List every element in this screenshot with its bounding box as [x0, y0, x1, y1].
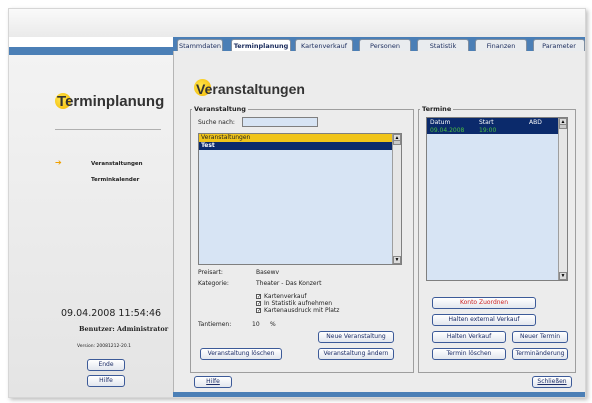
preisart-label: Preisart: [198, 269, 223, 276]
preisart-value: Basewv [256, 269, 280, 276]
kategorie-value: Theater - Das Konzert [256, 280, 322, 287]
tantiemen-label: Tantiemen: [198, 321, 232, 328]
sidebar: Terminplanung ➔ Veranstaltungen Terminka… [9, 55, 173, 397]
scroll-thumb[interactable] [393, 140, 401, 145]
termine-row-start: 19:00 [479, 127, 497, 134]
halten-verkauf-button[interactable]: Halten Verkauf [432, 331, 506, 343]
event-list-item[interactable]: Test [199, 142, 394, 150]
event-list-header: Veranstaltungen [199, 134, 394, 142]
main-panel: Veranstaltungen Veranstaltung Suche nach… [173, 51, 585, 397]
help-button[interactable]: Hilfe [194, 376, 232, 388]
terminaenderung-button[interactable]: Terminänderung [512, 348, 568, 360]
termine-scroll-down-icon[interactable]: ▼ [559, 272, 567, 280]
termine-row-datum: 09.04.2008 [430, 127, 465, 134]
sidebar-item-veranstaltungen[interactable]: Veranstaltungen [91, 161, 143, 167]
page-title: Veranstaltungen [196, 81, 305, 97]
new-event-button[interactable]: Neue Veranstaltung [318, 331, 394, 343]
kategorie-label: Kategorie: [198, 280, 229, 287]
tantiemen-unit: % [270, 321, 276, 328]
search-label: Suche nach: [198, 119, 235, 126]
event-list-scrollbar[interactable]: ▲ ▼ [392, 134, 401, 264]
bottom-accent-strip [173, 392, 585, 397]
konto-zuordnen-button[interactable]: Konto Zuordnen [432, 297, 536, 309]
datetime-display: 09.04.2008 11:54:46 [61, 308, 162, 319]
nav-arrow-icon: ➔ [55, 158, 62, 167]
sidebar-title-rest: erminplanung [65, 93, 165, 110]
termine-col-datum: Datum [430, 119, 451, 126]
halten-external-button[interactable]: Halten external Verkauf [432, 314, 536, 326]
termine-scrollbar[interactable]: ▲ ▼ [558, 118, 567, 280]
sidebar-help-button[interactable]: Hilfe [87, 375, 125, 387]
close-button[interactable]: Schließen [532, 376, 572, 388]
kartenausdruck-label: Kartenausdruck mit Platz [264, 307, 340, 314]
edit-event-button[interactable]: Veranstaltung ändern [318, 348, 394, 360]
app-window: Stammdaten Terminplanung Kartenverkauf P… [8, 8, 586, 398]
tantiemen-value: 10 [252, 321, 260, 328]
termine-col-start: Start [479, 119, 494, 126]
sidebar-divider [55, 129, 161, 130]
sidebar-accent-strip [9, 47, 173, 55]
sidebar-title-initial: T [57, 93, 66, 110]
scroll-down-icon[interactable]: ▼ [393, 256, 401, 264]
statistik-label: In Statistik aufnehmen [264, 300, 333, 307]
termine-scroll-thumb[interactable] [559, 124, 567, 129]
sidebar-title: Terminplanung [57, 93, 164, 110]
page-title-rest: eranstaltungen [204, 81, 305, 97]
current-user: Benutzer: Administrator [79, 325, 169, 333]
page-title-initial: V [196, 81, 205, 97]
termine-listbox[interactable]: Datum Start ABD 09.04.2008 19:00 ▲ ▼ [426, 117, 568, 281]
end-button[interactable]: Ende [87, 359, 125, 371]
neuer-termin-button[interactable]: Neuer Termin [512, 331, 568, 343]
termine-col-abd: ABD [529, 119, 542, 126]
event-group-legend: Veranstaltung [192, 105, 248, 113]
delete-event-button[interactable]: Veranstaltung löschen [200, 348, 282, 360]
search-input[interactable] [242, 117, 318, 127]
termin-loeschen-button[interactable]: Termin löschen [432, 348, 506, 360]
kartenausdruck-checkbox[interactable]: ✓ [256, 308, 261, 314]
termine-group-legend: Termine [420, 105, 454, 113]
version-label: Version: 20081212-20.1 [77, 344, 132, 349]
sidebar-item-terminkalender[interactable]: Terminkalender [91, 177, 139, 183]
title-bar [9, 9, 585, 37]
kartenverkauf-checkbox[interactable]: ✓ [256, 294, 261, 300]
event-listbox[interactable]: Veranstaltungen Test ▲ ▼ [198, 133, 402, 265]
statistik-checkbox[interactable]: ✓ [256, 301, 261, 307]
kartenverkauf-label: Kartenverkauf [264, 293, 307, 300]
